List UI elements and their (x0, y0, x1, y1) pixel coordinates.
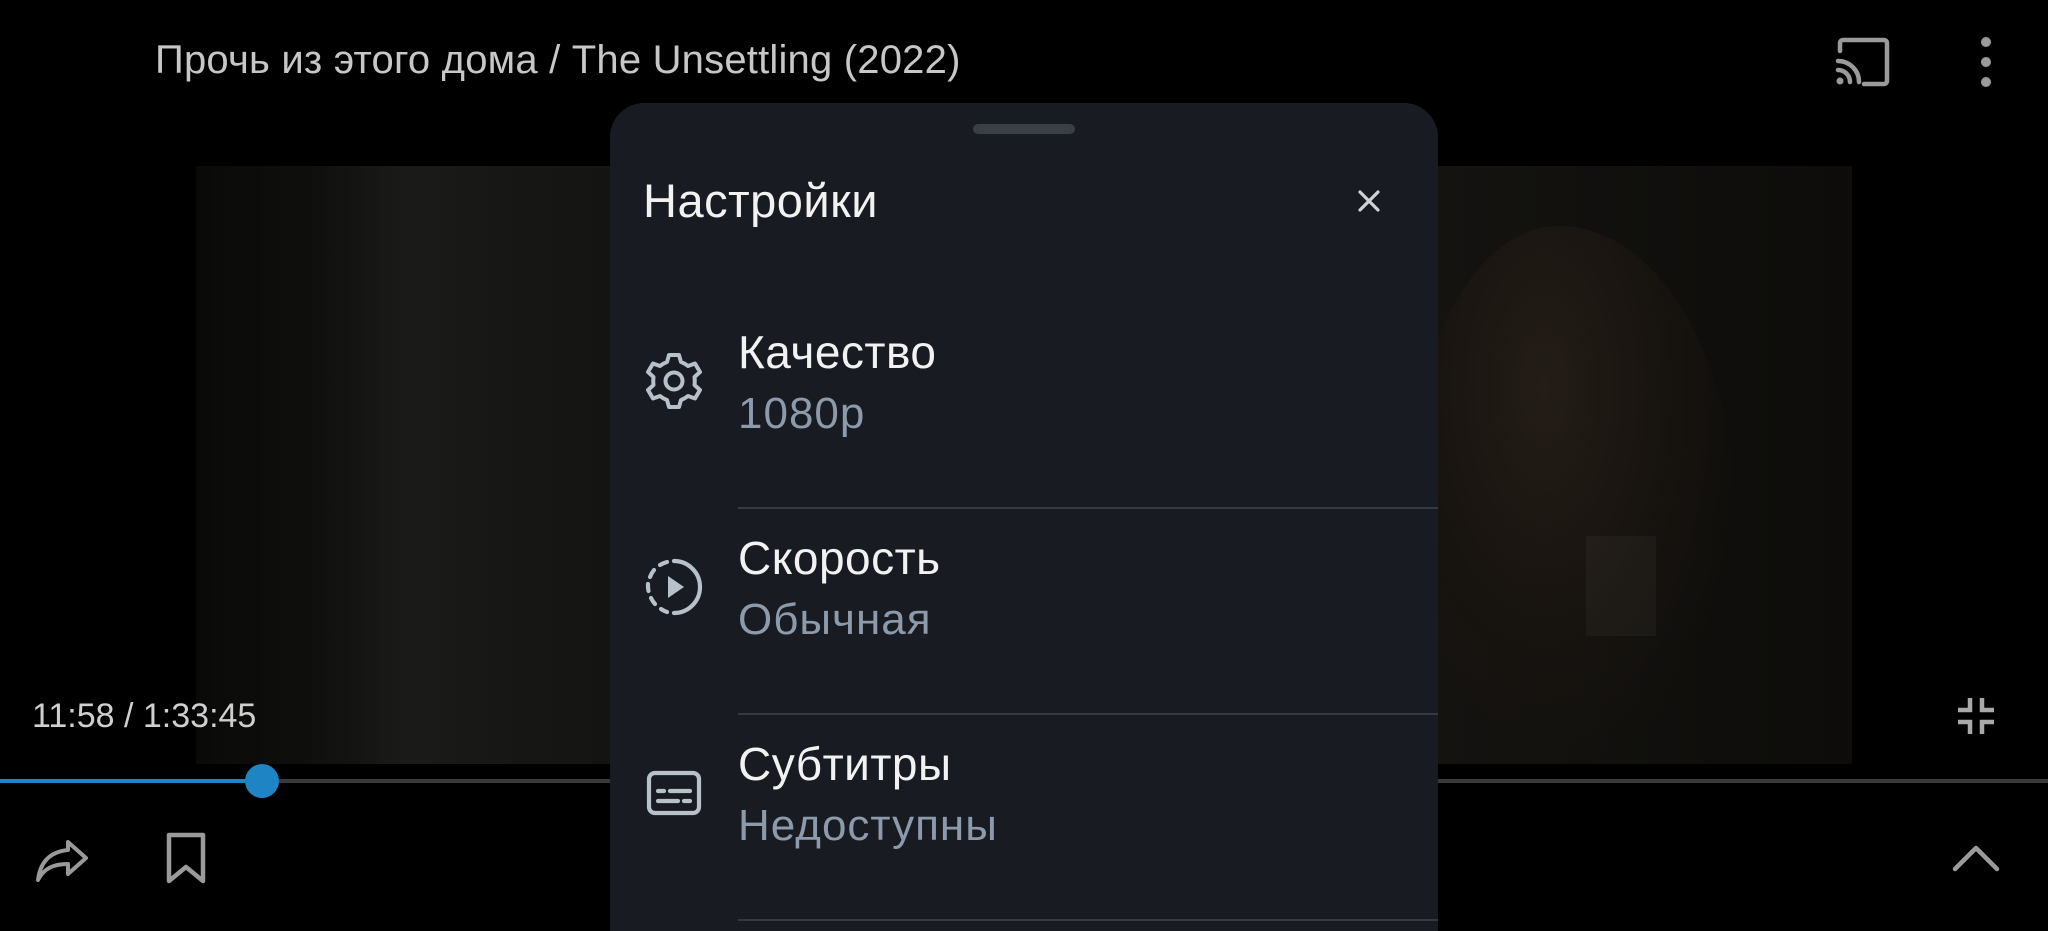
bookmark-icon[interactable] (154, 826, 218, 890)
close-icon[interactable] (1343, 175, 1395, 227)
time-readout: 11:58 / 1:33:45 (32, 697, 257, 735)
settings-item-label: Субтитры (738, 738, 952, 790)
settings-item-speed[interactable]: Скорость Обычная (610, 509, 1438, 715)
playback-speed-icon (642, 555, 706, 619)
chevron-up-icon[interactable] (1944, 826, 2008, 890)
video-scene-light-switch (1586, 536, 1656, 636)
cast-icon[interactable] (1834, 34, 1890, 90)
settings-title: Настройки (643, 174, 878, 227)
settings-item-value: 1080p (738, 389, 866, 438)
video-player[interactable]: Прочь из этого дома / The Unsettling (20… (0, 0, 2048, 931)
seek-bar-thumb[interactable] (244, 764, 279, 798)
settings-item-label: Скорость (738, 532, 941, 584)
settings-item-label: Качество (738, 326, 937, 378)
divider (738, 919, 1438, 921)
settings-item-value: Недоступны (738, 801, 998, 850)
sheet-drag-handle[interactable] (973, 124, 1075, 134)
settings-item-value: Обычная (738, 595, 932, 644)
video-scene-person (1416, 226, 1736, 764)
more-vert-icon[interactable] (1958, 34, 2014, 90)
share-icon[interactable] (30, 828, 94, 892)
settings-sheet: Настройки Качество 1080p Скорость Обычна… (610, 103, 1438, 931)
settings-item-quality[interactable]: Качество 1080p (610, 303, 1438, 509)
video-title: Прочь из этого дома / The Unsettling (20… (155, 38, 961, 82)
gear-icon (642, 349, 706, 413)
seek-bar-progress (0, 779, 262, 783)
subtitles-icon (642, 761, 706, 825)
video-scene-curtain (306, 166, 566, 764)
settings-item-subtitles[interactable]: Субтитры Недоступны (610, 715, 1438, 921)
exit-fullscreen-icon[interactable] (1944, 684, 2008, 748)
